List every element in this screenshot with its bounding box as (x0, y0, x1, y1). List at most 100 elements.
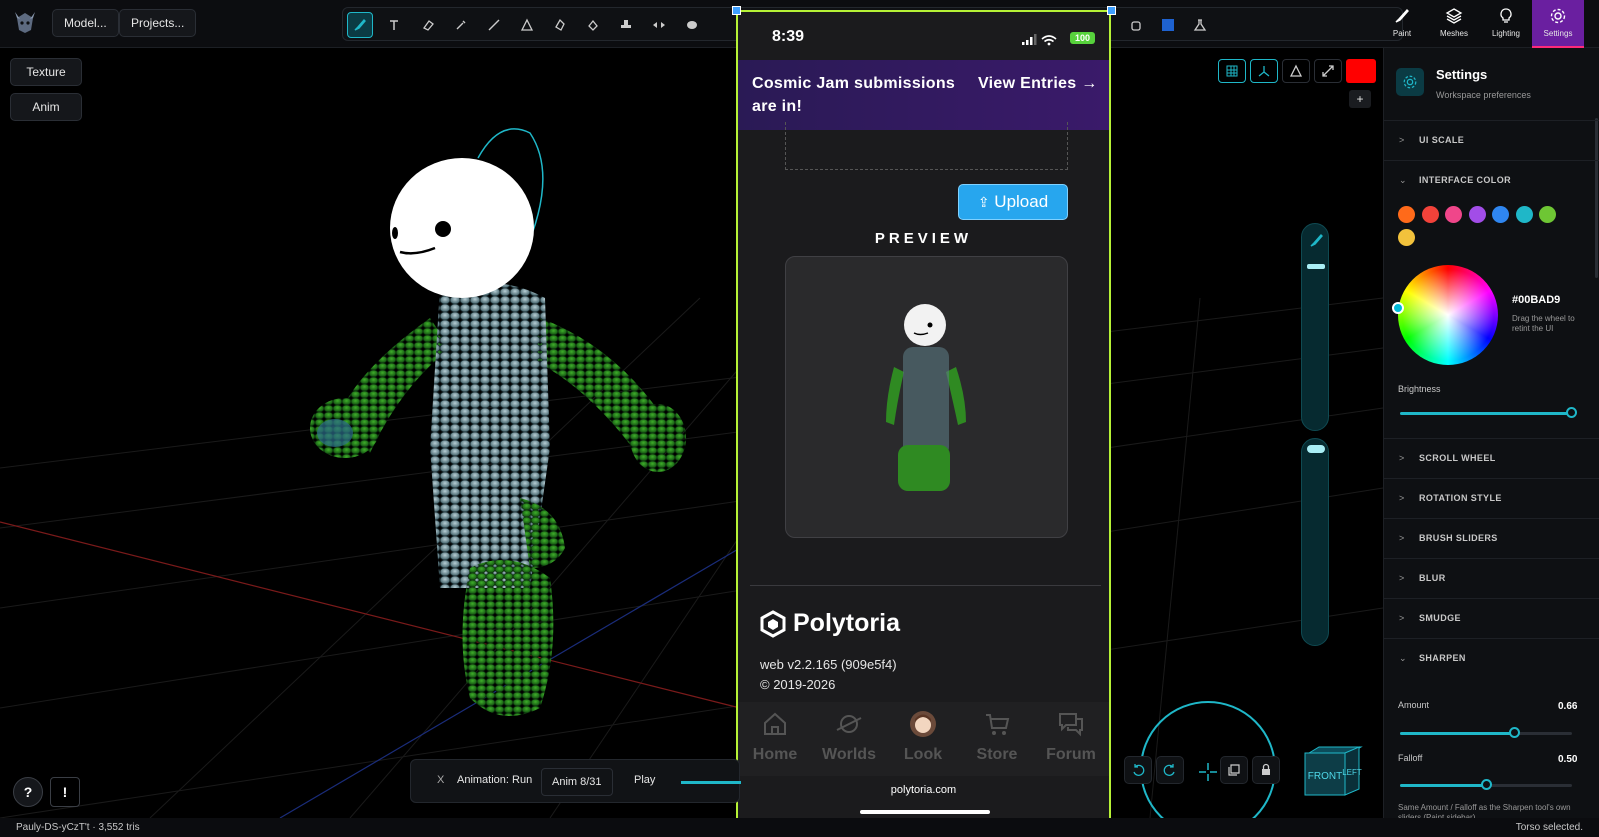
add-button[interactable]: + (1349, 90, 1371, 108)
nav-store[interactable]: Store (960, 702, 1034, 776)
tab-paint[interactable]: Paint (1376, 0, 1428, 48)
3d-viewport[interactable] (0, 48, 1383, 818)
section-brush-sliders[interactable]: > BRUSH SLIDERS (1384, 518, 1599, 558)
tab-lighting-label: Lighting (1491, 29, 1521, 38)
alert-button[interactable]: ! (50, 777, 80, 807)
chevron-down-icon: ⌄ (1399, 653, 1407, 663)
red-color-swatch[interactable] (1346, 59, 1376, 83)
nav-worlds[interactable]: Worlds (812, 702, 886, 776)
color-swatch[interactable] (1515, 206, 1533, 223)
falloff-handle[interactable] (1481, 779, 1492, 790)
chevron-down-icon: ⌄ (1399, 175, 1407, 185)
section-interface-color[interactable]: ⌄ INTERFACE COLOR (1384, 160, 1599, 200)
brightness-slider[interactable] (1400, 412, 1572, 415)
crosshair-icon[interactable] (1198, 762, 1218, 782)
nav-forum[interactable]: Forum (1034, 702, 1108, 776)
section-scroll-wheel[interactable]: > SCROLL WHEEL (1384, 438, 1599, 478)
layers-icon (1445, 8, 1463, 24)
model-menu-button[interactable]: Model... (52, 9, 119, 37)
blob-tool-icon[interactable] (679, 12, 705, 38)
view-cube[interactable]: FRONT LEFT (1303, 745, 1363, 797)
section-label: BLUR (1419, 573, 1446, 583)
help-button[interactable]: ? (13, 777, 43, 807)
fill-tool-icon[interactable] (580, 12, 606, 38)
color-swatch[interactable] (1539, 206, 1556, 223)
color-swatch[interactable] (1445, 206, 1462, 223)
brush-opacity-slider[interactable] (1301, 438, 1329, 646)
lock-icon[interactable] (1252, 756, 1280, 784)
color-swatch[interactable] (1492, 206, 1509, 223)
selection-status: Torso selected. (1515, 822, 1583, 833)
stamp-tool-icon[interactable] (613, 12, 639, 38)
anim-counter-button[interactable]: Anim 8/31 (541, 768, 613, 796)
brush-size-slider[interactable] (1301, 223, 1329, 431)
section-blur[interactable]: > BLUR (1384, 558, 1599, 598)
app-logo-icon[interactable] (12, 10, 38, 36)
tab-settings[interactable]: Settings (1532, 0, 1584, 48)
color-swatch[interactable] (1398, 206, 1415, 223)
projects-menu-button[interactable]: Projects... (119, 9, 197, 37)
section-label: BRUSH SLIDERS (1419, 533, 1498, 543)
smudge-tool-icon[interactable] (547, 12, 573, 38)
character-model[interactable] (310, 128, 686, 716)
nav-forum-label: Forum (1046, 746, 1096, 763)
play-button[interactable]: Play (634, 774, 655, 786)
anim-button[interactable]: Anim (10, 93, 82, 121)
model-info: Pauly-DS-yCzT't · 3,552 tris (16, 822, 140, 833)
section-ui-scale[interactable]: > UI SCALE (1384, 120, 1599, 160)
axis-gizmo-icon[interactable] (1250, 59, 1278, 83)
anim-close-button[interactable]: X (437, 774, 444, 786)
eyedropper-tool-icon[interactable] (448, 12, 474, 38)
resize-handle-tl[interactable] (732, 6, 741, 15)
undo-icon[interactable] (1124, 756, 1152, 784)
upload-button[interactable]: ⇪ Upload (958, 184, 1068, 220)
character-head[interactable] (390, 158, 534, 298)
section-rotation-style[interactable]: > ROTATION STYLE (1384, 478, 1599, 518)
redo-icon[interactable] (1156, 756, 1184, 784)
signal-wifi-icon (1022, 34, 1057, 46)
color-wheel[interactable] (1398, 265, 1498, 365)
nav-look[interactable]: Look (886, 702, 960, 776)
wireframe-icon[interactable] (1282, 59, 1310, 83)
nav-look-label: Look (903, 746, 943, 763)
phone-status-bar: 8:39 100 (738, 12, 1109, 60)
line-tool-icon[interactable] (481, 12, 507, 38)
grid-view-icon[interactable] (1218, 59, 1246, 83)
texture-button[interactable]: Texture (10, 58, 82, 86)
color-wheel-handle[interactable] (1392, 302, 1404, 314)
announcement-banner[interactable]: Cosmic Jam submissions are in! View Entr… (738, 60, 1109, 130)
amount-handle[interactable] (1509, 727, 1520, 738)
anim-timeline[interactable] (681, 781, 741, 784)
section-sharpen[interactable]: ⌄ SHARPEN (1384, 638, 1599, 678)
amount-value: 0.66 (1558, 701, 1578, 712)
copyright-text: © 2019-2026 (760, 677, 836, 692)
viewcube-front-label: FRONT (1308, 771, 1342, 782)
resize-handle-tr[interactable] (1107, 6, 1116, 15)
color-swatch[interactable] (1468, 206, 1486, 223)
view-box-icon[interactable] (1220, 756, 1248, 784)
cup-tool-icon[interactable] (1123, 12, 1149, 38)
color-swatch[interactable] (1421, 206, 1439, 223)
view-entries-link[interactable]: View Entries → (978, 72, 1098, 95)
brightness-handle[interactable] (1566, 407, 1577, 418)
triangle-tool-icon[interactable] (514, 12, 540, 38)
tab-lighting[interactable]: Lighting (1480, 0, 1532, 48)
blue-color-icon[interactable] (1155, 12, 1181, 38)
text-tool-icon[interactable] (381, 12, 407, 38)
settings-header: Settings Workspace preferences (1384, 48, 1599, 118)
drop-zone[interactable] (785, 122, 1068, 170)
chevron-right-icon: > (1399, 533, 1405, 543)
flask-tool-icon[interactable] (1187, 12, 1213, 38)
falloff-slider[interactable] (1400, 784, 1486, 787)
tab-meshes[interactable]: Meshes (1428, 0, 1480, 48)
expand-icon[interactable] (1314, 59, 1342, 83)
chat-icon (1059, 713, 1083, 737)
section-smudge[interactable]: > SMUDGE (1384, 598, 1599, 638)
nav-home[interactable]: Home (738, 702, 812, 776)
eraser-tool-icon[interactable] (415, 12, 441, 38)
color-swatch[interactable] (1398, 229, 1415, 246)
amount-slider[interactable] (1400, 732, 1514, 735)
mirror-tool-icon[interactable] (646, 12, 672, 38)
brush-tool-icon[interactable] (347, 12, 373, 38)
home-indicator (860, 810, 990, 814)
